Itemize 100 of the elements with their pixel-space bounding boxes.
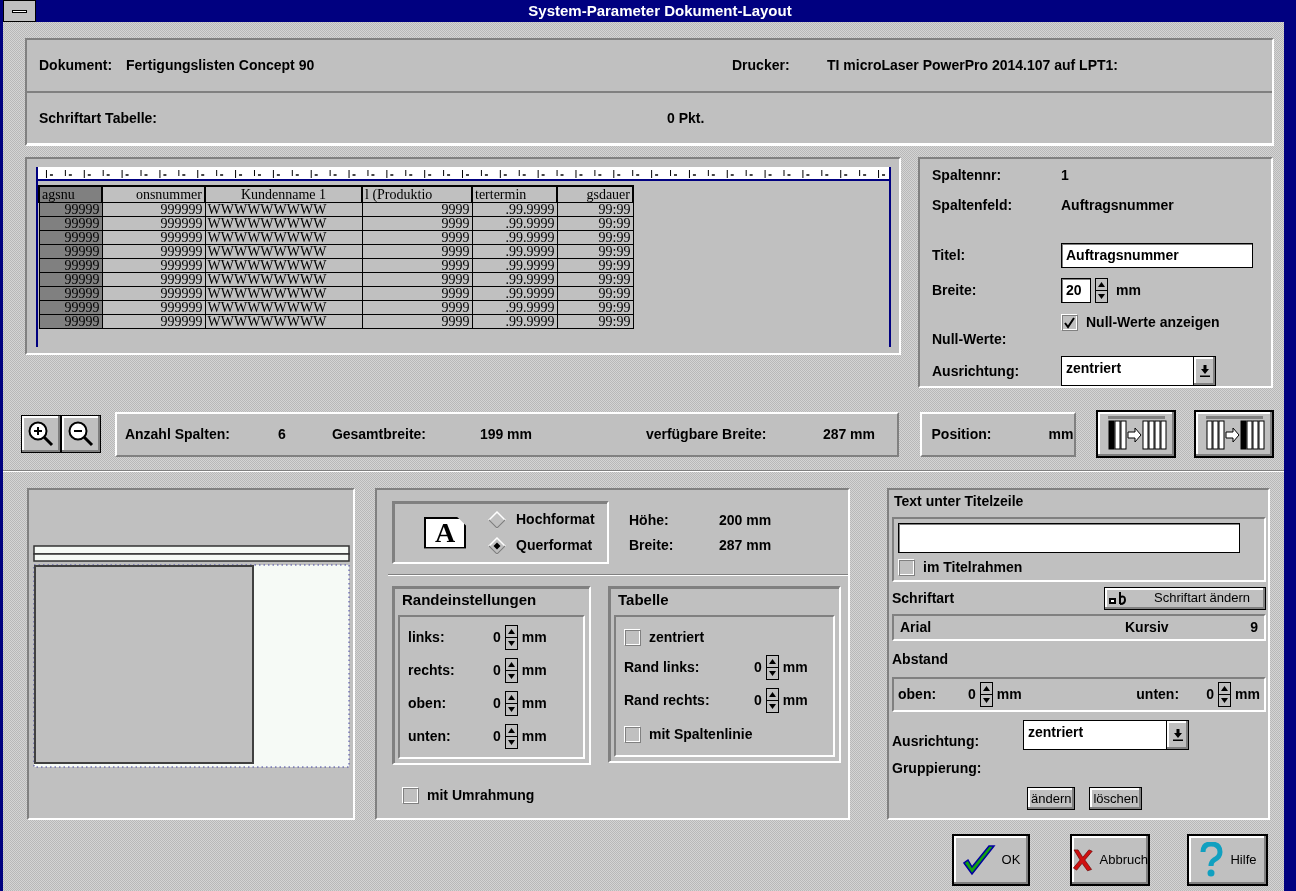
checkbox-label: im Titelrahmen [923,559,1023,576]
table-cell: 999999 [102,286,205,300]
system-menu-button[interactable] [3,0,36,22]
spin-button[interactable] [504,658,518,683]
column-header[interactable]: tertermin [472,186,557,202]
column-move-icon [1203,415,1266,453]
table-cell: 999999 [102,300,205,314]
table-cell: 9999 [362,272,472,286]
table-cell: .99.9999 [472,202,557,216]
field-value: Kursiv [1125,619,1170,636]
table-cell: 9999 [362,258,472,272]
table-cell: WWWWWWWWW [205,216,362,230]
field-label: oben: [898,686,938,703]
text-field[interactable] [898,523,1240,553]
radio-button[interactable] [488,510,506,529]
table-cell: 99:99 [557,314,633,328]
unit-label: mm [782,659,808,676]
field-value: 0 [1206,686,1215,703]
spin-button[interactable] [504,724,518,749]
unit-label: mm [521,662,547,679]
column-header[interactable]: Kundenname 1 [205,186,362,202]
field-value: 199 mm [479,425,534,443]
help-button[interactable]: Hilfe [1187,834,1268,886]
column-header[interactable]: l (Produktio [362,186,472,202]
table-cell: WWWWWWWWW [205,314,362,328]
field-label: Drucker: [732,57,791,74]
zoom-out-button[interactable] [60,415,101,453]
zoom-in-button[interactable] [21,415,61,453]
checkbox-label: zentriert [649,628,705,646]
field-value: 6 [277,425,287,443]
checkbox[interactable] [624,725,641,743]
window-title: System-Parameter Dokument-Layout [527,2,793,20]
table-cell: 999999 [102,216,205,230]
table-cell: 99:99 [557,244,633,258]
field-value: 200 mm [719,512,772,529]
spin-button[interactable] [979,682,993,707]
table-cell: 99:99 [557,216,633,230]
table-cell: 9999 [362,286,472,300]
table-cell: 99:99 [557,272,633,286]
table-cell: .99.9999 [472,272,557,286]
spin-button[interactable] [504,691,518,716]
group-title: Randeinstellungen [401,591,538,610]
page-orientation-icon: A [424,516,466,549]
radio-button[interactable] [488,536,506,555]
checkbox[interactable] [624,628,641,646]
zoom-in-icon [26,420,55,448]
table-cell: 9999 [362,202,472,216]
checkbox-label: mit Umrahmung [427,787,535,804]
unit-label: mm [521,695,547,712]
small-button[interactable]: ändern [1027,786,1076,810]
table-cell: 99:99 [557,230,633,244]
ok-button[interactable]: OK [952,834,1030,886]
table-cell: 999999 [102,202,205,216]
table-cell: 99:99 [557,286,633,300]
field-label: Titel: [932,246,967,264]
column-header[interactable]: onsnummer [102,186,205,202]
move-column-button[interactable] [1096,410,1177,458]
title-field[interactable]: Auftragsnummer [1061,242,1253,268]
radio-label: Querformat [516,537,593,554]
column-header[interactable]: gsdauer [557,186,633,202]
spin-button[interactable] [1218,682,1232,707]
table-cell: 999999 [102,258,205,272]
field-value: 0 Pkt. [667,110,705,127]
field-value: 0 [493,695,501,712]
move-column-button[interactable] [1194,410,1274,458]
spin-button[interactable] [765,688,779,713]
column-header[interactable]: agsnu [39,186,102,202]
field-value: Fertigungslisten Concept 90 [126,57,316,74]
field-label: Breite: [629,536,675,554]
dropdown[interactable]: zentriert [1061,356,1216,386]
checkbox-label: Null-Werte anzeigen [1086,314,1220,331]
unit-label: mm [996,686,1022,703]
font-change-button[interactable]: Schriftart ändern [1104,586,1266,610]
table-cell: WWWWWWWWW [205,202,362,216]
checkbox[interactable] [898,559,915,576]
field-value: Auftragsnummer [1061,196,1175,214]
spin-button[interactable] [504,625,518,650]
spin-button[interactable] [765,655,779,680]
table-cell: 999999 [102,244,205,258]
field-label: Ausrichtung: [932,362,1021,380]
field-label: Schriftart [892,589,955,607]
field-label: unten: [408,728,452,745]
checkbox[interactable] [402,787,419,804]
small-button[interactable]: löschen [1089,786,1143,810]
field-value: 9 [1250,619,1258,636]
table-cell: WWWWWWWWW [205,272,362,286]
table-cell: 999999 [102,230,205,244]
field-label: Anzahl Spalten: [124,425,231,443]
cancel-button[interactable]: Abbruch [1070,834,1150,886]
field-label: oben: [408,695,448,712]
checkbox[interactable] [1061,314,1078,331]
width-field[interactable]: 20 [1061,277,1091,303]
field-value: 287 mm [719,536,772,554]
field-label: verfügbare Breite: [645,425,768,443]
dropdown[interactable]: zentriert [1023,720,1189,750]
field-label: unten: [1136,686,1181,703]
table-cell: 9999 [362,244,472,258]
spin-button[interactable] [1095,277,1108,303]
table-cell: 999999 [102,314,205,328]
field-label: Rand links: [624,659,701,676]
